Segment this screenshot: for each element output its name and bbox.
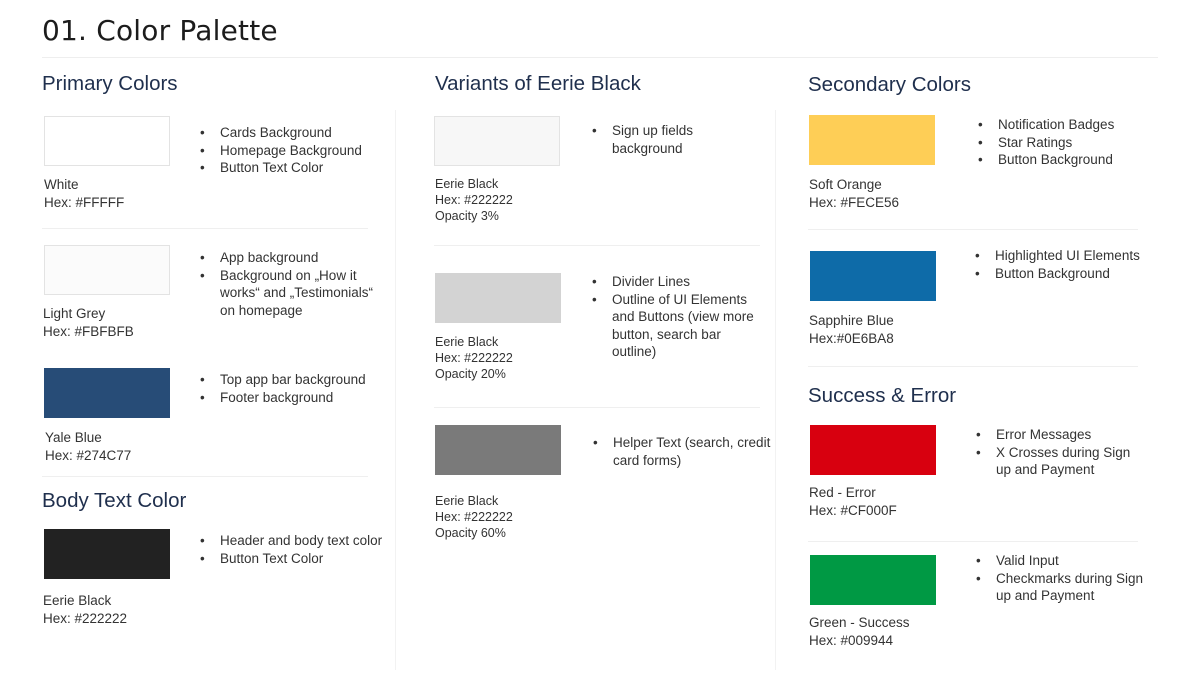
usage-item: Notification Badges bbox=[978, 116, 1168, 134]
color-hex: Hex: #FFFFF bbox=[44, 194, 125, 210]
usage-list: App background Background on „How it wor… bbox=[200, 249, 380, 319]
row-divider bbox=[42, 228, 368, 229]
row-divider bbox=[434, 245, 760, 246]
usage-item: Star Ratings bbox=[978, 134, 1168, 152]
usage-item: Footer background bbox=[200, 389, 380, 407]
variants-heading: Variants of Eerie Black bbox=[435, 72, 641, 95]
color-swatch-sapphire-blue bbox=[810, 251, 936, 301]
color-opacity: Opacity 60% bbox=[435, 526, 506, 540]
usage-list: Highlighted UI Elements Button Backgroun… bbox=[975, 247, 1155, 282]
color-hex: Hex:#0E6BA8 bbox=[809, 330, 894, 346]
color-opacity: Opacity 20% bbox=[435, 367, 506, 381]
color-caption: Eerie Black Hex: #222222 bbox=[43, 592, 127, 627]
usage-item: Valid Input bbox=[976, 552, 1146, 570]
color-name: Eerie Black bbox=[435, 335, 499, 349]
color-hex: Hex: #222222 bbox=[43, 610, 128, 626]
color-caption: Eerie Black Hex: #222222 Opacity 3% bbox=[435, 176, 513, 224]
usage-item: Button Text Color bbox=[200, 550, 390, 568]
row-divider bbox=[434, 407, 760, 408]
color-swatch-yale-blue bbox=[44, 368, 170, 418]
usage-list: Valid Input Checkmarks during Sign up an… bbox=[976, 552, 1146, 605]
usage-list: Sign up fields background bbox=[592, 122, 742, 157]
usage-item: Background on „How it works“ and „Testim… bbox=[200, 267, 380, 320]
row-divider bbox=[808, 366, 1138, 367]
color-hex: Hex: #FECE56 bbox=[809, 194, 900, 210]
usage-list: Divider Lines Outline of UI Elements and… bbox=[592, 273, 762, 361]
color-hex: Hex: #FBFBFB bbox=[43, 323, 134, 339]
usage-item: Divider Lines bbox=[592, 273, 762, 291]
color-caption: Red - Error Hex: #CF000F bbox=[809, 484, 897, 519]
usage-list: Error Messages X Crosses during Sign up … bbox=[976, 426, 1136, 479]
usage-item: App background bbox=[200, 249, 380, 267]
success-error-heading: Success & Error bbox=[808, 384, 957, 407]
title-divider bbox=[42, 57, 1158, 58]
color-caption: Green - Success Hex: #009944 bbox=[809, 614, 910, 649]
primary-colors-heading: Primary Colors bbox=[42, 72, 178, 95]
usage-item: Outline of UI Elements and Buttons (view… bbox=[592, 291, 762, 361]
secondary-colors-heading: Secondary Colors bbox=[808, 73, 971, 96]
color-swatch-light-grey bbox=[44, 245, 170, 295]
color-swatch-eerie-black-60 bbox=[435, 425, 561, 475]
usage-list: Cards Background Homepage Background But… bbox=[200, 124, 400, 177]
color-swatch-eerie-black bbox=[44, 529, 170, 579]
usage-item: Homepage Background bbox=[200, 142, 400, 160]
color-name: Eerie Black bbox=[435, 494, 499, 508]
color-hex: Hex: #222222 bbox=[435, 193, 513, 207]
usage-item: Button Background bbox=[975, 265, 1155, 283]
color-caption: Eerie Black Hex: #222222 Opacity 20% bbox=[435, 334, 513, 382]
usage-item: Checkmarks during Sign up and Payment bbox=[976, 570, 1146, 605]
color-hex: Hex: #274C77 bbox=[45, 447, 132, 463]
color-swatch-red-error bbox=[810, 425, 936, 475]
column-separator-right bbox=[775, 110, 776, 670]
usage-list: Top app bar background Footer background bbox=[200, 371, 380, 406]
row-divider bbox=[808, 229, 1138, 230]
usage-item: Top app bar background bbox=[200, 371, 380, 389]
usage-list: Notification Badges Star Ratings Button … bbox=[978, 116, 1168, 169]
usage-list: Header and body text color Button Text C… bbox=[200, 532, 390, 567]
color-swatch-eerie-black-3 bbox=[434, 116, 560, 166]
color-caption: White Hex: #FFFFF bbox=[44, 176, 124, 211]
color-caption: Soft Orange Hex: #FECE56 bbox=[809, 176, 899, 211]
color-opacity: Opacity 3% bbox=[435, 209, 499, 223]
color-swatch-white bbox=[44, 116, 170, 166]
color-caption: Light Grey Hex: #FBFBFB bbox=[43, 305, 134, 340]
usage-item: Header and body text color bbox=[200, 532, 390, 550]
page-title: 01. Color Palette bbox=[42, 14, 278, 47]
usage-item: Button Background bbox=[978, 151, 1168, 169]
color-caption: Eerie Black Hex: #222222 Opacity 60% bbox=[435, 493, 513, 541]
row-divider bbox=[42, 476, 368, 477]
color-name: Green - Success bbox=[809, 615, 910, 630]
body-text-color-heading: Body Text Color bbox=[42, 489, 187, 512]
color-name: Eerie Black bbox=[435, 177, 499, 191]
column-separator-left bbox=[395, 110, 396, 670]
row-divider bbox=[808, 541, 1138, 542]
color-name: White bbox=[44, 177, 79, 192]
color-name: Light Grey bbox=[43, 306, 106, 321]
usage-item: Error Messages bbox=[976, 426, 1136, 444]
color-hex: Hex: #CF000F bbox=[809, 502, 897, 518]
usage-item: Button Text Color bbox=[200, 159, 400, 177]
color-name: Red - Error bbox=[809, 485, 876, 500]
color-name: Eerie Black bbox=[43, 593, 112, 608]
color-hex: Hex: #222222 bbox=[435, 510, 513, 524]
color-name: Soft Orange bbox=[809, 177, 882, 192]
color-hex: Hex: #009944 bbox=[809, 632, 894, 648]
color-swatch-green-success bbox=[810, 555, 936, 605]
color-name: Sapphire Blue bbox=[809, 313, 894, 328]
color-caption: Sapphire Blue Hex:#0E6BA8 bbox=[809, 312, 894, 347]
color-caption: Yale Blue Hex: #274C77 bbox=[45, 429, 131, 464]
color-hex: Hex: #222222 bbox=[435, 351, 513, 365]
usage-item: Cards Background bbox=[200, 124, 400, 142]
color-swatch-soft-orange bbox=[809, 115, 935, 165]
usage-item: Highlighted UI Elements bbox=[975, 247, 1155, 265]
usage-item: Sign up fields background bbox=[592, 122, 742, 157]
usage-item: Helper Text (search, credit card forms) bbox=[593, 434, 773, 469]
color-name: Yale Blue bbox=[45, 430, 102, 445]
color-swatch-eerie-black-20 bbox=[435, 273, 561, 323]
usage-list: Helper Text (search, credit card forms) bbox=[593, 434, 773, 469]
usage-item: X Crosses during Sign up and Payment bbox=[976, 444, 1136, 479]
